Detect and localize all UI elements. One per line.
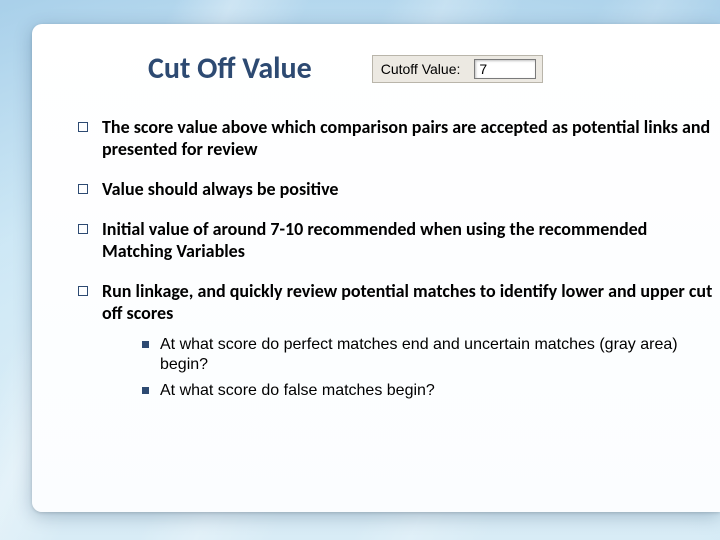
bullet-text: Value should always be positive — [102, 178, 339, 200]
slide-title: Cut Off Value — [148, 50, 312, 87]
bullet-text: The score value above which comparison p… — [102, 116, 710, 160]
sub-bullet-text: At what score do false matches begin? — [160, 382, 435, 399]
bullet-list: The score value above which comparison p… — [78, 117, 720, 401]
sub-bullet-list: At what score do perfect matches end and… — [142, 335, 720, 401]
bullet-text: Run linkage, and quickly review potentia… — [102, 280, 712, 324]
cutoff-field-box: Cutoff Value: 7 — [372, 55, 544, 83]
sub-bullet-item: At what score do perfect matches end and… — [142, 335, 720, 375]
cutoff-value-input[interactable]: 7 — [474, 59, 536, 79]
bullet-item: Run linkage, and quickly review potentia… — [78, 281, 720, 401]
title-row: Cut Off Value Cutoff Value: 7 — [78, 50, 720, 87]
sub-bullet-text: At what score do perfect matches end and… — [160, 336, 678, 373]
sub-bullet-item: At what score do false matches begin? — [142, 381, 720, 401]
bullet-item: Value should always be positive — [78, 179, 720, 201]
slide-card: Cut Off Value Cutoff Value: 7 The score … — [32, 24, 720, 512]
bullet-text: Initial value of around 7-10 recommended… — [102, 218, 647, 262]
cutoff-field-label: Cutoff Value: — [381, 61, 461, 77]
slide-stage: Cut Off Value Cutoff Value: 7 The score … — [0, 0, 720, 540]
bullet-item: Initial value of around 7-10 recommended… — [78, 219, 720, 263]
bullet-item: The score value above which comparison p… — [78, 117, 720, 161]
